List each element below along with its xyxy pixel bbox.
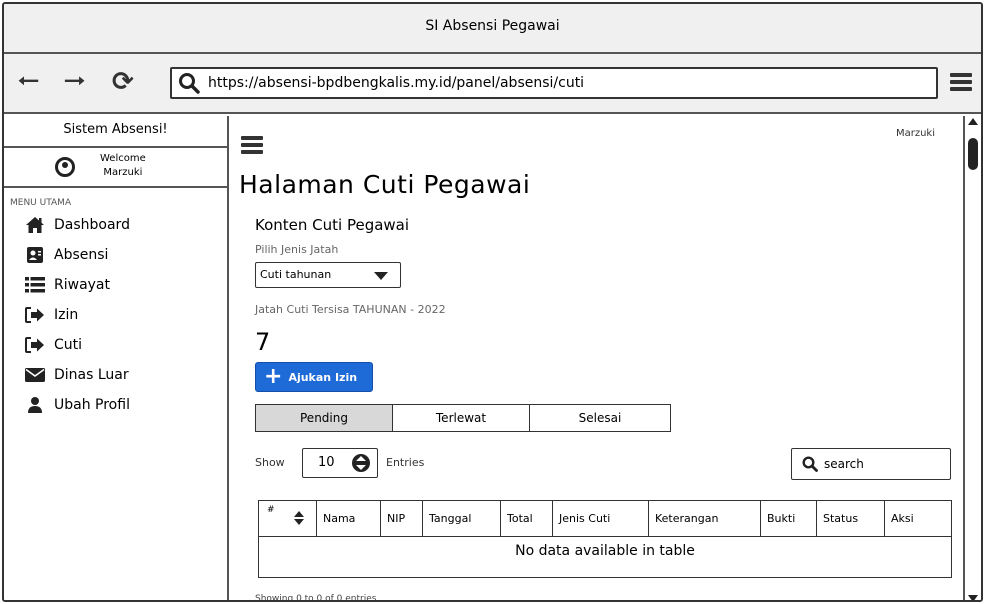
sidebar-item-label: Dashboard xyxy=(54,217,130,233)
sidebar-item-dashboard[interactable]: Dashboard xyxy=(4,210,227,240)
id-card-icon xyxy=(24,246,46,264)
table-info: Showing 0 to 0 of 0 entries xyxy=(255,594,377,602)
select-label: Pilih Jenis Jatah xyxy=(255,243,339,256)
column-header-bukti[interactable]: Bukti xyxy=(761,501,817,536)
url-field[interactable]: https://absensi-bpdbengkalis.my.id/panel… xyxy=(170,67,938,99)
select-value: Cuti tahunan xyxy=(260,268,332,281)
sidebar-item-label: Riwayat xyxy=(54,277,110,293)
column-header-jenis-cuti[interactable]: Jenis Cuti xyxy=(553,501,649,536)
column-label: # xyxy=(267,505,275,515)
sort-icon[interactable] xyxy=(294,511,304,525)
cuti-table: # Nama NIP Tanggal Total Jenis Cuti Kete… xyxy=(258,500,952,578)
chevron-down-icon xyxy=(374,272,388,280)
ajukan-izin-button[interactable]: + Ajukan Izin xyxy=(255,362,373,392)
sidebar-item-label: Absensi xyxy=(54,247,109,263)
sidebar-item-riwayat[interactable]: Riwayat xyxy=(4,270,227,300)
button-label: Ajukan Izin xyxy=(288,370,358,384)
welcome-text: Welcome Marzuki xyxy=(100,152,146,180)
sidebar-item-absensi[interactable]: Absensi xyxy=(4,240,227,270)
column-header-aksi[interactable]: Aksi xyxy=(885,501,951,536)
page-scrollbar[interactable] xyxy=(963,116,981,600)
sidebar-item-dinas-luar[interactable]: Dinas Luar xyxy=(4,360,227,390)
user-avatar-icon xyxy=(55,157,75,177)
column-header-tanggal[interactable]: Tanggal xyxy=(423,501,501,536)
tab-pending[interactable]: Pending xyxy=(255,404,393,432)
main-content: Marzuki Halaman Cuti Pegawai Konten Cuti… xyxy=(231,116,965,602)
tab-terlewat[interactable]: Terlewat xyxy=(392,404,530,432)
entries-value: 10 xyxy=(318,455,335,470)
page-title: Halaman Cuti Pegawai xyxy=(239,170,531,199)
sidebar-item-ubah-profil[interactable]: Ubah Profil xyxy=(4,390,227,420)
address-bar: 🠀 🠂 ⟳ https://absensi-bpdbengkalis.my.id… xyxy=(4,54,981,114)
leave-type-select[interactable]: Cuti tahunan xyxy=(255,262,401,288)
url-text: https://absensi-bpdbengkalis.my.id/panel… xyxy=(208,75,585,91)
column-header-number[interactable]: # xyxy=(259,501,317,536)
sign-out-icon xyxy=(24,306,46,324)
window-title: SI Absensi Pegawai xyxy=(4,4,981,54)
stepper-arrows-icon[interactable] xyxy=(352,454,370,472)
home-icon xyxy=(24,216,46,234)
column-header-nama[interactable]: Nama xyxy=(317,501,381,536)
reload-icon[interactable]: ⟳ xyxy=(112,68,134,96)
sidebar-item-label: Izin xyxy=(54,307,79,323)
column-header-status[interactable]: Status xyxy=(817,501,885,536)
welcome-label: Welcome xyxy=(100,153,146,164)
sidebar-toggle-icon[interactable] xyxy=(241,136,263,157)
envelope-icon xyxy=(24,366,46,384)
show-label: Show xyxy=(255,456,285,469)
table-header: # Nama NIP Tanggal Total Jenis Cuti Kete… xyxy=(259,501,951,537)
search-icon xyxy=(802,456,818,472)
scroll-up-icon[interactable] xyxy=(968,118,978,125)
search-icon xyxy=(179,73,200,94)
header-user-name[interactable]: Marzuki xyxy=(896,128,935,139)
welcome-panel: Welcome Marzuki xyxy=(4,148,227,188)
sidebar: Sistem Absensi! Welcome Marzuki MENU UTA… xyxy=(4,116,229,600)
app-title: Sistem Absensi! xyxy=(4,116,227,148)
welcome-user: Marzuki xyxy=(103,167,143,178)
sidebar-item-label: Ubah Profil xyxy=(54,397,130,413)
plus-icon: + xyxy=(264,364,283,389)
menu-section-label: MENU UTAMA xyxy=(10,198,72,208)
tab-selesai[interactable]: Selesai xyxy=(529,404,671,432)
browser-menu-icon[interactable] xyxy=(950,73,972,94)
list-icon xyxy=(24,276,46,294)
scroll-thumb[interactable] xyxy=(968,138,978,170)
sidebar-item-izin[interactable]: Izin xyxy=(4,300,227,330)
table-search-input[interactable]: search xyxy=(791,448,951,480)
sign-out-icon xyxy=(24,336,46,354)
browser-window: SI Absensi Pegawai 🠀 🠂 ⟳ https://absensi… xyxy=(2,2,983,602)
quota-value: 7 xyxy=(255,328,271,356)
entries-label: Entries xyxy=(386,456,425,469)
sidebar-item-cuti[interactable]: Cuti xyxy=(4,330,227,360)
back-arrow-icon[interactable]: 🠀 xyxy=(18,68,39,96)
quota-label: Jatah Cuti Tersisa TAHUNAN - 2022 xyxy=(255,303,446,316)
entries-stepper[interactable]: 10 xyxy=(302,448,378,478)
column-header-nip[interactable]: NIP xyxy=(381,501,423,536)
sidebar-item-label: Cuti xyxy=(54,337,83,353)
column-header-keterangan[interactable]: Keterangan xyxy=(649,501,761,536)
forward-arrow-icon[interactable]: 🠂 xyxy=(64,68,85,96)
table-empty-message: No data available in table xyxy=(515,543,695,559)
section-title: Konten Cuti Pegawai xyxy=(255,216,410,234)
status-tabs: Pending Terlewat Selesai xyxy=(255,404,671,432)
column-header-total[interactable]: Total xyxy=(501,501,553,536)
user-icon xyxy=(24,396,46,414)
sidebar-item-label: Dinas Luar xyxy=(54,367,129,383)
search-placeholder: search xyxy=(824,457,864,471)
scroll-down-icon[interactable] xyxy=(968,595,978,600)
